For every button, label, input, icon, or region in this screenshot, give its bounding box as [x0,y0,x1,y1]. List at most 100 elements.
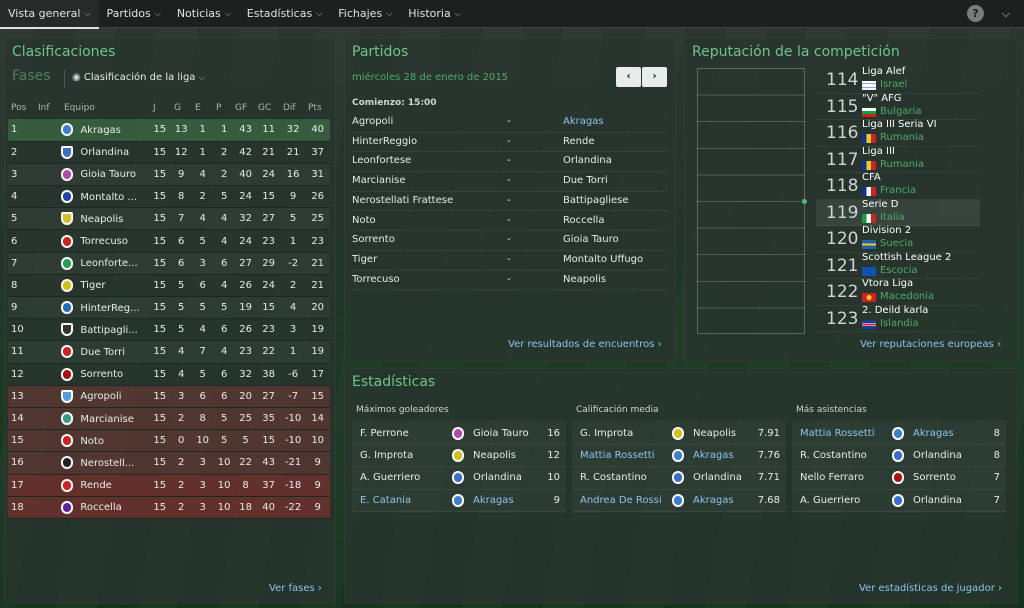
player-name[interactable]: G. Improta [580,428,633,439]
tab-estadisticas[interactable]: Estadísticas ⌵ [239,0,330,28]
match-row[interactable]: Sorrento - Gioia Tauro [352,231,668,251]
team-cell[interactable]: Sorrento [61,363,149,385]
team-cell[interactable]: Akragas [61,119,149,141]
player-name[interactable]: Mattia Rossetti [800,428,875,439]
table-row[interactable]: 6 Torrecuso 15 6 5 4 24 23 1 23 [8,230,330,253]
team-cell[interactable]: Tiger [61,274,149,296]
stats-row[interactable]: A. Guerriero Orlandina 10 [352,467,566,490]
table-row[interactable]: 12 Sorrento 15 4 5 6 32 38 -6 17 [8,363,330,386]
menu-chevron-icon[interactable]: ⌵ [1002,7,1010,21]
team-cell[interactable]: Orlandina [61,141,149,163]
table-row[interactable]: 17 Rende 15 2 3 10 8 37 -18 9 [8,474,330,497]
home-team[interactable]: Marcianise [352,175,406,186]
team-cell[interactable]: Marcianise [61,407,149,429]
reputation-row[interactable]: 115 "V" AFG Bulgaria [816,93,980,120]
league-table-dropdown[interactable]: ◉ Clasificación de la liga ⌵ [72,72,205,83]
away-team[interactable]: Due Torri [563,175,608,186]
competition-name[interactable]: Liga Alef [862,66,905,77]
player-name[interactable]: Andrea De Rossi [580,495,662,506]
competition-name[interactable]: Vtora Liga [862,278,913,289]
home-team[interactable]: Sorrento [352,234,395,245]
team-cell[interactable]: Roccella [61,496,149,518]
match-row[interactable]: Nerostellati Frattese - Battipagliese [352,192,668,212]
competition-name[interactable]: Division 2 [862,225,911,236]
team-name[interactable]: Neapolis [473,450,516,461]
team-cell[interactable]: Agropoli [61,385,149,407]
reputation-row[interactable]: 118 CFA Francia [816,172,980,200]
team-cell[interactable]: Neapolis [61,208,149,230]
table-row[interactable]: 4 Montalto ... 15 8 2 5 24 15 9 26 [8,186,330,208]
away-team[interactable]: Battipagliese [563,195,629,206]
reputation-row[interactable]: 121 Scottish League 2 Escocia [816,252,980,279]
team-name[interactable]: Akragas [473,495,514,506]
stats-row[interactable]: A. Guerriero Orlandina 7 [792,490,1006,512]
table-row[interactable]: 13 Agropoli 15 3 6 6 20 27 -7 15 [8,385,330,408]
player-name[interactable]: Mattia Rossetti [580,450,655,461]
team-name[interactable]: Orlandina [693,472,742,483]
team-name[interactable]: Sorrento [913,472,956,483]
team-cell[interactable]: Rende [61,474,149,496]
table-row[interactable]: 1 Akragas 15 13 1 1 43 11 32 40 [8,119,330,142]
ver-resultados-link[interactable]: Ver resultados de encuentros › [508,339,662,350]
away-team[interactable]: Rende [563,136,595,147]
player-name[interactable]: G. Improta [360,450,413,461]
reputation-row[interactable]: 120 Division 2 Suecia [816,225,980,253]
prev-date-button[interactable]: ‹ [616,67,641,87]
team-cell[interactable]: Torrecuso [61,230,149,252]
player-name[interactable]: A. Guerriero [360,472,420,483]
stats-row[interactable]: Mattia Rossetti Akragas 8 [792,423,1006,446]
home-team[interactable]: Torrecuso [352,274,400,285]
competition-name[interactable]: Scottish League 2 [862,252,951,263]
team-cell[interactable]: Due Torri [61,341,149,363]
team-cell[interactable]: HinterReg... [61,297,149,319]
match-row[interactable]: Agropoli - Akragas [352,113,668,133]
team-cell[interactable]: Nerostell... [61,452,149,474]
stats-row[interactable]: Mattia Rossetti Akragas 7.76 [572,445,786,468]
table-row[interactable]: 2 Orlandina 15 12 1 2 42 21 21 37 [8,141,330,164]
ver-fases-link[interactable]: Ver fases › [269,583,322,594]
away-team[interactable]: Akragas [563,116,604,127]
table-row[interactable]: 7 Leonforte... 15 6 3 6 27 29 -2 21 [8,252,330,275]
away-team[interactable]: Neapolis [563,274,606,285]
team-name[interactable]: Orlandina [473,472,522,483]
competition-name[interactable]: 2. Deild karla [862,305,928,316]
home-team[interactable]: Tiger [352,254,377,265]
table-row[interactable]: 8 Tiger 15 5 6 4 26 24 2 21 [8,274,330,297]
match-row[interactable]: Tiger - Montalto Uffugo [352,251,668,271]
ver-estadisticas-link[interactable]: Ver estadísticas de jugador › [859,583,1002,594]
table-row[interactable]: 16 Nerostell... 15 2 3 10 22 43 -21 9 [8,451,330,474]
team-name[interactable]: Neapolis [693,428,736,439]
reputation-row[interactable]: 116 Liga III Seria VI Rumania [816,119,980,147]
home-team[interactable]: Agropoli [352,116,393,127]
player-name[interactable]: F. Perrone [360,428,409,439]
team-name[interactable]: Gioia Tauro [473,428,529,439]
home-team[interactable]: HinterReggio [352,136,417,147]
competition-name[interactable]: Liga III Seria VI [862,119,937,130]
table-row[interactable]: 3 Gioia Tauro 15 9 4 2 40 24 16 31 [8,163,330,186]
player-name[interactable]: E. Catania [360,495,411,506]
match-row[interactable]: HinterReggio - Rende [352,133,668,153]
reputation-row[interactable]: 122 Vtora Liga Macedonia [816,278,980,306]
competition-name[interactable]: Serie D [862,199,898,210]
table-row[interactable]: 18 Roccella 15 2 3 10 18 40 -22 9 [8,496,330,519]
tab-historia[interactable]: Historia ⌵ [400,0,469,28]
away-team[interactable]: Roccella [563,215,604,226]
ver-reputaciones-link[interactable]: Ver reputaciones europeas › [860,339,1001,350]
stats-row[interactable]: Andrea De Rossi Akragas 7.68 [572,490,786,512]
match-row[interactable]: Torrecuso - Neapolis [352,271,668,291]
table-row[interactable]: 14 Marcianise 15 2 8 5 25 35 -10 14 [8,407,330,430]
match-row[interactable]: Marcianise - Due Torri [352,172,668,192]
team-name[interactable]: Akragas [913,428,954,439]
tab-partidos[interactable]: Partidos ⌵ [99,0,169,28]
reputation-row[interactable]: 114 Liga Alef Israel [816,66,980,94]
team-name[interactable]: Orlandina [913,495,962,506]
table-row[interactable]: 11 Due Torri 15 4 7 4 23 22 1 19 [8,341,330,364]
stats-row[interactable]: G. Improta Neapolis 7.91 [572,423,786,446]
stats-row[interactable]: E. Catania Akragas 9 [352,490,566,512]
table-row[interactable]: 10 Battipagli... 15 5 4 6 26 23 3 19 [8,319,330,341]
home-team[interactable]: Leonfortese [352,155,411,166]
competition-name[interactable]: Liga III [862,146,895,157]
team-cell[interactable]: Noto [61,430,149,452]
reputation-row[interactable]: 119 Serie D Italia [816,199,980,226]
team-cell[interactable]: Montalto ... [61,186,149,208]
